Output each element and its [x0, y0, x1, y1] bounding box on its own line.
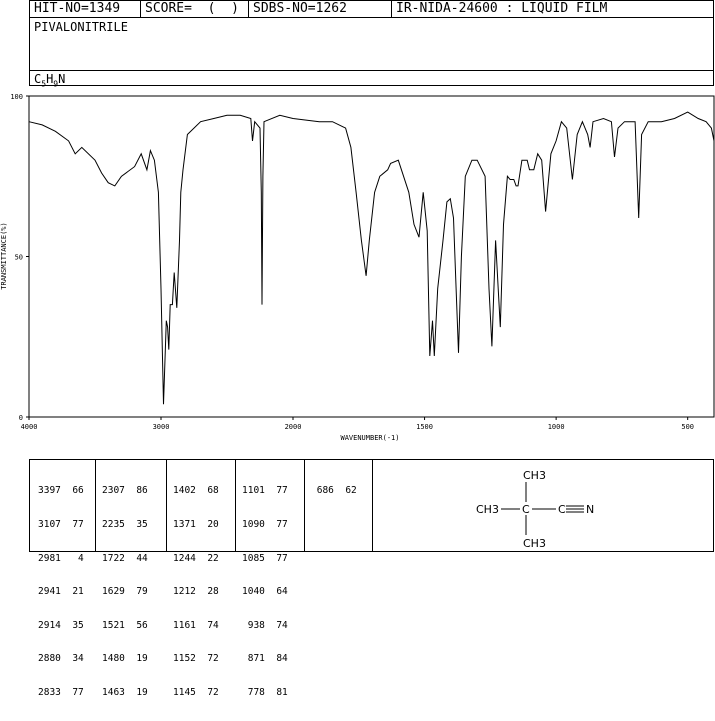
peak-entry: 871 84: [242, 653, 288, 665]
peak-entry: 1463 19: [102, 687, 148, 699]
peak-entry: 1212 28: [173, 586, 219, 598]
y-axis-label: TRANSMITTANCE(%): [0, 222, 8, 289]
molecular-structure: CH3 CH3 C C N CH3: [476, 469, 594, 550]
x-axis-label: WAVENUMBER(-1): [340, 434, 399, 442]
peak-entry: 2981 4: [38, 552, 84, 564]
peak-entry: 3397 66: [38, 485, 84, 497]
peak-entry: 1090 77: [242, 519, 288, 531]
ir-spectrum-chart: 4000 3000 2000 1500 1000 500 100500 WAVENUMBE…: [0, 93, 715, 442]
column-divider: [235, 460, 236, 551]
peak-entry: 1152 72: [173, 653, 219, 665]
peak-entry: 2307 86: [102, 485, 148, 497]
peak-entry: 1402 68: [173, 485, 219, 497]
peak-entry: 2833 77: [38, 687, 84, 699]
peak-entry: 1521 56: [102, 619, 148, 631]
quaternary-carbon: C: [522, 503, 530, 516]
peak-entry: 3107 77: [38, 519, 84, 531]
methyl-bottom: CH3: [523, 537, 546, 550]
x-tick-label: 2000: [285, 423, 302, 431]
column-divider: [166, 460, 167, 551]
peak-column-3: 1402 68 1371 20 1244 22 1212 28 1161 74 …: [173, 463, 219, 721]
x-tick-label: 4000: [21, 423, 38, 431]
peak-entry: 686 62: [311, 485, 357, 497]
structure-panel: CH3 CH3 C C N CH3: [372, 459, 714, 552]
peak-entry: 1145 72: [173, 687, 219, 699]
peak-column-1: 3397 66 3107 77 2981 4 2941 21 2914 35 2…: [38, 463, 84, 721]
peak-column-5: 686 62: [311, 463, 357, 519]
peak-entry: 1480 19: [102, 653, 148, 665]
y-tick-label: 100: [10, 93, 23, 101]
methyl-top: CH3: [523, 469, 546, 482]
column-divider: [304, 460, 305, 551]
peak-entry: 938 74: [242, 619, 288, 631]
peak-entry: 2941 21: [38, 586, 84, 598]
peak-entry: 1371 20: [173, 519, 219, 531]
peak-column-4: 1101 77 1090 77 1085 77 1040 64 938 74 8…: [242, 463, 288, 721]
x-tick-label: 1000: [548, 423, 565, 431]
peak-entry: 2880 34: [38, 653, 84, 665]
peak-entry: 2235 35: [102, 519, 148, 531]
peak-entry: 1629 79: [102, 586, 148, 598]
peak-entry: 2914 35: [38, 619, 84, 631]
peak-entry: 778 81: [242, 687, 288, 699]
x-tick-label: 1500: [416, 423, 433, 431]
peak-entry: 1161 74: [173, 619, 219, 631]
plot-frame: [28, 95, 715, 418]
peak-entry: 1722 44: [102, 552, 148, 564]
peak-entry: 1244 22: [173, 552, 219, 564]
y-tick-label: 50: [15, 254, 23, 262]
peak-column-2: 2307 86 2235 35 1722 44 1629 79 1521 56 …: [102, 463, 148, 721]
y-tick-label: 0: [19, 414, 23, 422]
peak-table: 3397 66 3107 77 2981 4 2941 21 2914 35 2…: [29, 459, 373, 698]
peak-entry: 1040 64: [242, 586, 288, 598]
column-divider: [95, 460, 96, 551]
peak-entry: 1101 77: [242, 485, 288, 497]
spectrum-line: [28, 111, 715, 405]
peak-entry: 1085 77: [242, 552, 288, 564]
nitrile-carbon: C: [558, 503, 566, 516]
nitrile-nitrogen: N: [586, 503, 594, 516]
x-tick-label: 500: [681, 423, 694, 431]
x-tick-label: 3000: [153, 423, 170, 431]
methyl-left: CH3: [476, 503, 499, 516]
